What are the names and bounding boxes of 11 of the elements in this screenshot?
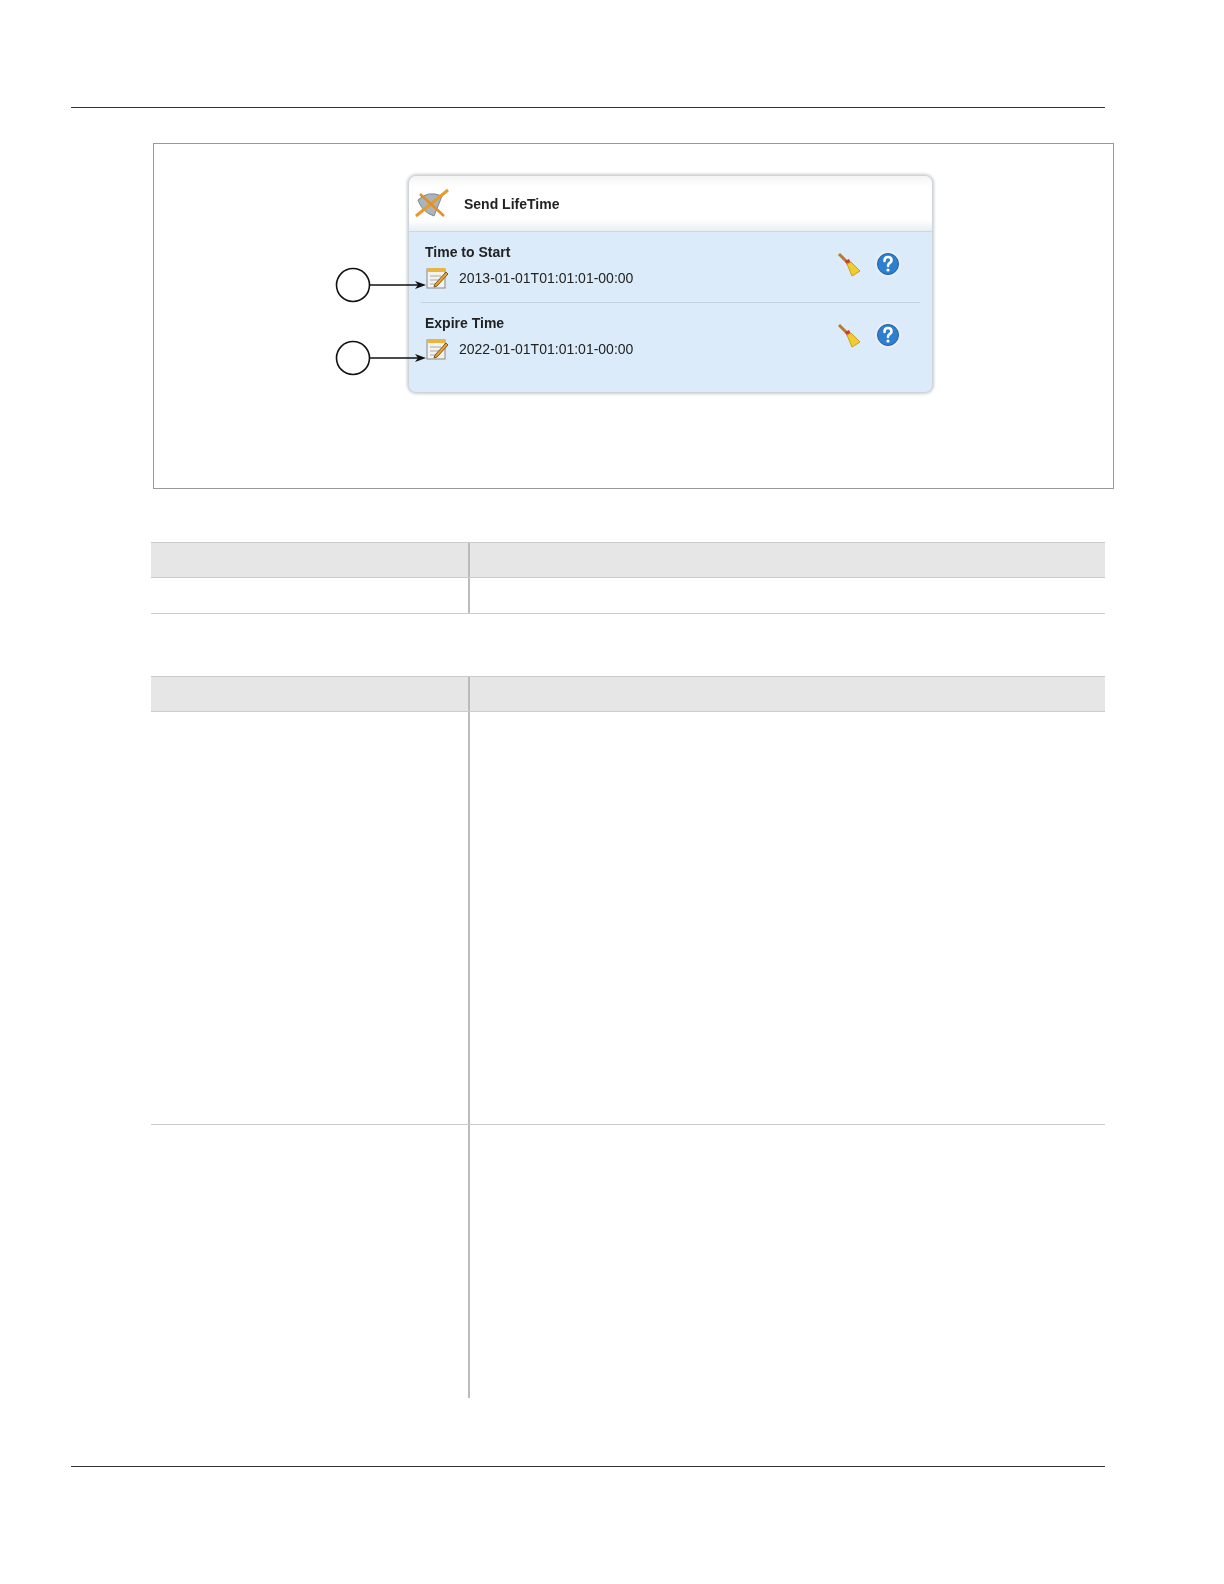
notepad-pencil-icon[interactable] — [425, 337, 449, 361]
field-label: Time to Start — [425, 244, 512, 260]
field-label: Expire Time — [425, 315, 506, 331]
broom-icon[interactable] — [836, 251, 862, 277]
panel-title: Send LifeTime — [464, 195, 560, 212]
broom-icon[interactable] — [836, 322, 862, 348]
help-icon[interactable] — [874, 321, 902, 349]
notepad-pencil-icon[interactable] — [425, 266, 449, 290]
field-value: 2013-01-01T01:01:01-00:00 — [459, 270, 634, 286]
help-icon[interactable] — [874, 250, 902, 278]
field-value: 2022-01-01T01:01:01-00:00 — [459, 341, 634, 357]
